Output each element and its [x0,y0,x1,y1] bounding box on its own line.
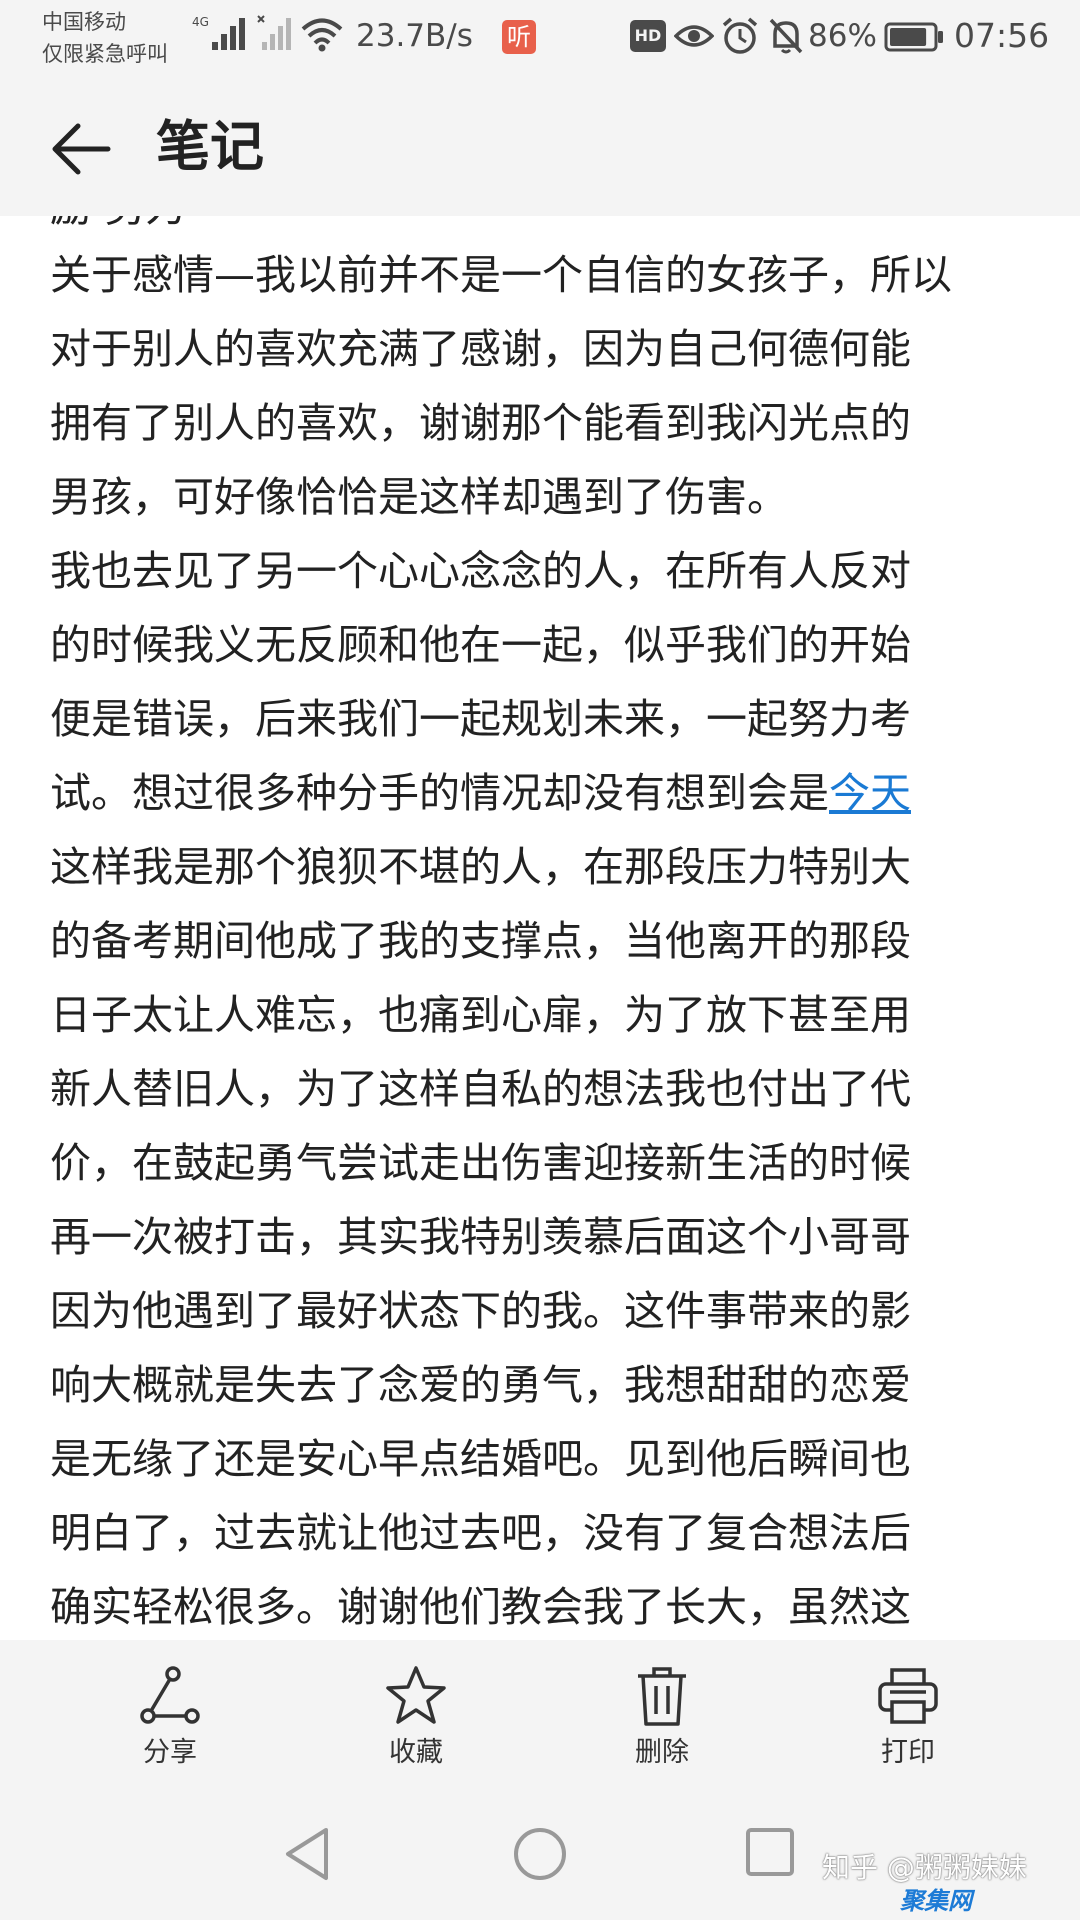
note-line: 便是错误，后来我们一起规划未来，一起努力考 [50,695,911,743]
star-icon [386,1666,446,1724]
triangle-back-icon[interactable] [282,1826,332,1882]
cellular-signal-no-service-icon [257,15,291,50]
printer-icon [878,1668,938,1724]
date-link[interactable]: 今天 [829,769,911,817]
note-line: 响大概就是失去了念爱的勇气，我想甜甜的恋爱 [50,1361,911,1409]
zhihu-watermark: 知乎 @粥粥妹妹 [822,1851,1027,1884]
print-label: 打印 [881,1737,935,1768]
network-speed: 23.7B/s [356,18,473,54]
page-title: 笔记 [156,115,264,178]
delete-button[interactable]: 删除 [582,1664,742,1774]
note-line: 再一次被打击，其实我特别羡慕后面这个小哥哥 [50,1213,911,1261]
note-line-text: 试。想过很多种分手的情况却没有想到会是 [50,769,829,817]
note-line: 我也去见了另一个心心念念的人，在所有人反对 [50,547,911,595]
note-line-with-link: 试。想过很多种分手的情况却没有想到会是今天 [50,756,1040,830]
note-content-area[interactable]: 励·努力 关于感情—我以前并不是一个自信的女孩子，所以 对于别人的喜欢充满了感谢… [0,216,1080,1640]
hd-call-badge: HD [630,20,666,52]
favorite-label: 收藏 [389,1737,443,1768]
notifications-off-icon [769,18,803,54]
carrier-name: 中国移动 [42,10,126,34]
alarm-clock-icon [722,17,758,54]
note-line: 是无缘了还是安心早点结婚吧。见到他后瞬间也 [50,1435,911,1483]
note-line: 新人替旧人，为了这样自私的想法我也付出了代 [50,1065,911,1113]
circle-home-icon[interactable] [512,1826,568,1882]
square-recents-icon[interactable] [744,1826,796,1878]
note-line: 的备考期间他成了我的支撑点，当他离开的那段 [50,917,911,965]
bottom-toolbar: 分享 收藏 删除 打印 [0,1640,1080,1790]
note-line: 明白了，过去就让他过去吧，没有了复合想法后 [50,1509,911,1557]
back-button[interactable] [46,114,116,184]
battery-icon [884,22,943,52]
favorite-button[interactable]: 收藏 [336,1664,496,1774]
note-line: 男孩，可好像恰恰是这样却遇到了伤害。 [50,473,788,521]
site-watermark-logo: 聚集网 [900,1887,972,1915]
note-line: 确实轻松很多。谢谢他们教会我了长大，虽然这 [50,1583,911,1631]
note-line: 因为他遇到了最好状态下的我。这件事带来的影 [50,1287,911,1335]
delete-label: 删除 [635,1737,689,1768]
note-line: 对于别人的喜欢充满了感谢，因为自己何德何能 [50,325,911,373]
wifi-icon [301,18,343,52]
cellular-signal-4g-icon: 4G [192,15,245,50]
note-line: 这样我是那个狼狈不堪的人，在那段压力特别大 [50,843,911,891]
carrier-status: 仅限紧急呼叫 [42,42,168,66]
note-line: 日子太让人难忘，也痛到心扉，为了放下甚至用 [50,991,911,1039]
note-line: 拥有了别人的喜欢，谢谢那个能看到我闪光点的 [50,399,911,447]
battery-percent: 86% [808,18,877,54]
print-button[interactable]: 打印 [828,1664,988,1774]
network-type-label: 4G [192,15,209,29]
share-button[interactable]: 分享 [90,1664,250,1774]
clock: 07:56 [954,16,1050,55]
app-header: 笔记 [0,78,1080,216]
status-bar: 中国移动 仅限紧急呼叫 4G 23.7B/s 听 HD 86% 07:56 [0,0,1080,78]
share-icon [140,1666,200,1724]
note-line: 关于感情—我以前并不是一个自信的女孩子，所以 [50,251,952,299]
trash-icon [638,1667,686,1726]
carrier-info: 中国移动 仅限紧急呼叫 [42,6,168,70]
note-body: 关于感情—我以前并不是一个自信的女孩子，所以 对于别人的喜欢充满了感谢，因为自己… [50,238,1040,1640]
note-line: 价，在鼓起勇气尝试走出伤害迎接新生活的时候 [50,1139,911,1187]
share-label: 分享 [143,1737,197,1768]
eye-comfort-icon [674,25,714,47]
arrow-left-icon [52,123,111,175]
note-line: 的时候我义无反顾和他在一起，似乎我们的开始 [50,621,911,669]
listen-app-badge: 听 [502,20,536,54]
